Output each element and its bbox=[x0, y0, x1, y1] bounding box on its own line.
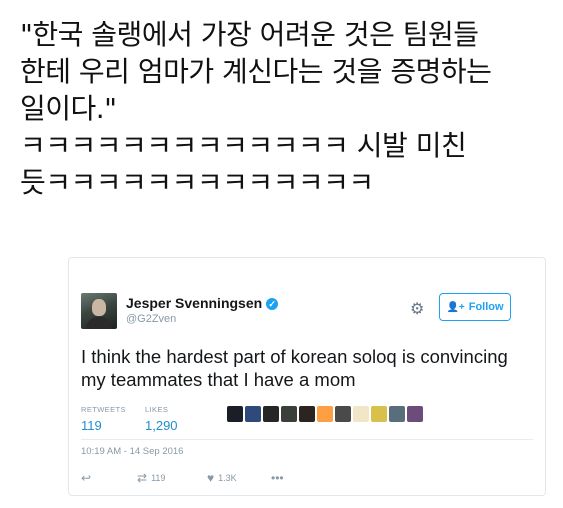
like-count: 1.3K bbox=[218, 473, 237, 483]
embedded-tweet-card: Jesper Svenningsen ✓ @G2Zven ⚙ 👤+ Follow I… bbox=[68, 257, 546, 496]
caption-text: "한국 솔랭에서 가장 어려운 것은 팀원들 한테 우리 엄마가 계신다는 것을… bbox=[20, 16, 550, 201]
author-handle[interactable]: @G2Zven bbox=[126, 313, 176, 325]
retweets-stat[interactable]: RETWEETS 119 bbox=[81, 405, 126, 433]
heart-icon: ♥ bbox=[207, 471, 215, 485]
more-icon: ••• bbox=[271, 471, 284, 485]
liker-avatar[interactable] bbox=[245, 406, 261, 422]
avatar[interactable] bbox=[81, 293, 117, 329]
liker-avatar[interactable] bbox=[227, 406, 243, 422]
likes-label: LIKES bbox=[145, 405, 169, 414]
avatar-face bbox=[92, 299, 106, 316]
caption-line: "한국 솔랭에서 가장 어려운 것은 팀원들 bbox=[20, 18, 479, 51]
caption-line: ㅋㅋㅋㅋㅋㅋㅋㅋㅋㅋㅋㅋㅋ 시발 미친 bbox=[20, 129, 467, 162]
tweet-actions: ↩ ⇄ 119 ♥ 1.3K ••• bbox=[81, 471, 381, 485]
caption-line: 일이다." bbox=[20, 92, 117, 125]
caption-line: 듯ㅋㅋㅋㅋㅋㅋㅋㅋㅋㅋㅋㅋㅋ bbox=[20, 166, 374, 199]
follow-button[interactable]: 👤+ Follow bbox=[439, 293, 511, 321]
likes-count: 1,290 bbox=[145, 418, 178, 433]
tweet-stats: RETWEETS 119 LIKES 1,290 bbox=[81, 405, 531, 443]
retweets-label: RETWEETS bbox=[81, 405, 126, 414]
author-name[interactable]: Jesper Svenningsen ✓ bbox=[126, 295, 279, 311]
liker-avatar[interactable] bbox=[389, 406, 405, 422]
likes-stat[interactable]: LIKES 1,290 bbox=[145, 405, 178, 433]
retweet-count: 119 bbox=[151, 473, 166, 483]
liker-avatar[interactable] bbox=[407, 406, 423, 422]
liker-avatar[interactable] bbox=[353, 406, 369, 422]
retweet-icon: ⇄ bbox=[137, 471, 148, 485]
gear-icon[interactable]: ⚙ bbox=[410, 299, 424, 319]
liker-avatar[interactable] bbox=[263, 406, 279, 422]
divider bbox=[81, 439, 533, 440]
add-user-icon: 👤+ bbox=[446, 302, 465, 313]
reply-button[interactable]: ↩ bbox=[81, 471, 95, 485]
retweet-button[interactable]: ⇄ 119 bbox=[137, 471, 165, 485]
liker-avatar[interactable] bbox=[317, 406, 333, 422]
more-button[interactable]: ••• bbox=[271, 471, 288, 485]
avatar-body bbox=[86, 317, 112, 329]
author-name-text: Jesper Svenningsen bbox=[126, 295, 263, 311]
liker-avatar[interactable] bbox=[281, 406, 297, 422]
timestamp[interactable]: 10:19 AM - 14 Sep 2016 bbox=[81, 446, 183, 457]
retweets-count: 119 bbox=[81, 418, 102, 433]
like-button[interactable]: ♥ 1.3K bbox=[207, 471, 237, 485]
liker-avatar[interactable] bbox=[335, 406, 351, 422]
tweet-text: I think the hardest part of korean soloq… bbox=[81, 346, 508, 390]
liker-avatar[interactable] bbox=[299, 406, 315, 422]
verified-badge-icon: ✓ bbox=[266, 298, 279, 310]
caption-line: 한테 우리 엄마가 계신다는 것을 증명하는 bbox=[20, 55, 492, 88]
liker-avatar[interactable] bbox=[371, 406, 387, 422]
follow-label: Follow bbox=[468, 301, 504, 313]
reply-icon: ↩ bbox=[81, 471, 92, 485]
